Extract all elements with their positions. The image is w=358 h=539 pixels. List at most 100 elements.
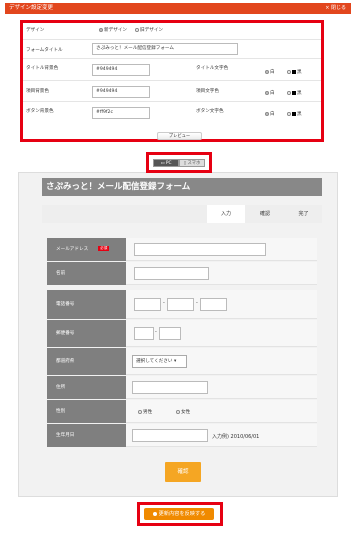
title-text-color-black[interactable]: 黒 bbox=[287, 69, 302, 75]
gender-option-female[interactable]: 女性 bbox=[176, 409, 190, 415]
form-title-label: フォームタイトル bbox=[26, 48, 63, 53]
table-row: 生年月日 入力例) 2010/06/01 bbox=[47, 424, 317, 448]
step-complete: 完了 bbox=[298, 211, 309, 217]
tab-sp-label: スマホ bbox=[187, 161, 201, 166]
gender-label: 性別 bbox=[47, 400, 126, 423]
prefecture-selected-value: 選択してください bbox=[136, 359, 173, 364]
row-value: - bbox=[126, 320, 317, 347]
birthday-example: 入力例) 2010/06/01 bbox=[212, 434, 260, 440]
table-row: メールアドレス 必須 bbox=[47, 238, 317, 262]
design-label: デザイン bbox=[26, 28, 45, 33]
tab-pc-label: PC bbox=[165, 161, 172, 166]
white-label: 白 bbox=[270, 112, 275, 117]
row-value: 選択してください ▾ bbox=[126, 348, 317, 375]
title-text-color-white[interactable]: 白 bbox=[265, 69, 275, 75]
radio-icon bbox=[176, 409, 180, 414]
email-label: メールアドレス bbox=[56, 247, 89, 252]
chevron-down-icon: ▾ bbox=[173, 359, 177, 364]
table-row: 郵便番号 - bbox=[47, 320, 317, 348]
button-text-color-label: ボタン文字色 bbox=[196, 109, 224, 114]
row-value bbox=[126, 262, 317, 285]
apply-highlight: 更新内容を反映する bbox=[137, 502, 223, 526]
required-badge: 必須 bbox=[98, 246, 110, 251]
confirm-button[interactable]: 確認 bbox=[165, 462, 201, 482]
tab-smartphone[interactable]: ▯ スマホ bbox=[179, 159, 205, 167]
separator-dash: - bbox=[196, 300, 198, 306]
radio-icon bbox=[99, 27, 103, 32]
black-label: 黒 bbox=[297, 112, 302, 117]
black-swatch-icon bbox=[292, 90, 296, 95]
item-text-color-white[interactable]: 白 bbox=[265, 90, 275, 96]
window-titlebar: デザイン設定変更 × 閉じる bbox=[5, 3, 351, 14]
radio-icon bbox=[265, 111, 269, 116]
design-option-old-label: 旧デザイン bbox=[140, 28, 163, 33]
button-bg-row: ボタン背景色 #ff9f2c ボタン文字色 白 黒 bbox=[23, 102, 321, 124]
email-input[interactable] bbox=[134, 243, 266, 256]
step-input: 入力 bbox=[207, 205, 245, 223]
radio-icon bbox=[287, 90, 291, 95]
gender-option-male[interactable]: 男性 bbox=[138, 409, 152, 415]
phone-input-1[interactable] bbox=[134, 298, 161, 311]
phone-input-3[interactable] bbox=[200, 298, 227, 311]
male-label: 男性 bbox=[143, 410, 153, 415]
design-option-new[interactable]: 新デザイン bbox=[99, 27, 127, 33]
tab-pc[interactable]: ▭ PC bbox=[153, 159, 179, 167]
button-text-color-white[interactable]: 白 bbox=[265, 111, 275, 117]
row-value bbox=[126, 238, 317, 261]
name-label: 名前 bbox=[47, 262, 126, 285]
separator-dash: - bbox=[155, 329, 157, 335]
row-value: 男性 女性 bbox=[126, 400, 317, 423]
row-value bbox=[126, 376, 317, 399]
phone-input-2[interactable] bbox=[167, 298, 194, 311]
radio-icon bbox=[138, 409, 142, 414]
form-title-row: フォームタイトル さぷみっと！メール配信登録フォーム bbox=[23, 40, 321, 59]
title-bg-input[interactable]: #949494 bbox=[92, 64, 150, 76]
form-title-bar: さぷみっと！メール配信登録フォーム bbox=[42, 178, 322, 196]
row-value: 入力例) 2010/06/01 bbox=[126, 424, 317, 447]
prefecture-select[interactable]: 選択してください ▾ bbox=[132, 355, 187, 368]
item-bg-input[interactable]: #949494 bbox=[92, 86, 150, 98]
item-text-color-label: 項目文字色 bbox=[196, 89, 219, 94]
button-bg-label: ボタン背景色 bbox=[26, 109, 54, 114]
apply-label: 更新内容を反映する bbox=[158, 511, 206, 517]
form-title-input[interactable]: さぷみっと！メール配信登録フォーム bbox=[92, 43, 238, 55]
table-row: 性別 男性 女性 bbox=[47, 400, 317, 424]
row-value: - - bbox=[126, 290, 317, 319]
title-text-color-label: タイトル文字色 bbox=[196, 66, 229, 71]
title-bg-row: タイトル背景色 #949494 タイトル文字色 白 黒 bbox=[23, 59, 321, 81]
radio-icon bbox=[287, 111, 291, 116]
white-label: 白 bbox=[270, 70, 275, 75]
radio-icon bbox=[265, 90, 269, 95]
table-row: 都道府県 選択してください ▾ bbox=[47, 348, 317, 376]
window-title: デザイン設定変更 bbox=[9, 5, 54, 11]
item-text-color-black[interactable]: 黒 bbox=[287, 90, 302, 96]
close-button[interactable]: × 閉じる bbox=[325, 3, 346, 14]
separator-dash: - bbox=[163, 300, 165, 306]
design-option-old[interactable]: 旧デザイン bbox=[135, 27, 163, 33]
device-switch: ▭ PC ▯ スマホ bbox=[146, 152, 212, 173]
button-text-color-black[interactable]: 黒 bbox=[287, 111, 302, 117]
black-label: 黒 bbox=[297, 70, 302, 75]
address-label: 住所 bbox=[47, 376, 126, 399]
button-bg-input[interactable]: #ff9f2c bbox=[92, 107, 150, 119]
step-indicator: 入力 確認 完了 bbox=[42, 205, 322, 223]
zip-input-2[interactable] bbox=[159, 327, 181, 340]
address-input[interactable] bbox=[132, 381, 208, 394]
item-bg-row: 項目背景色 #949494 項目文字色 白 黒 bbox=[23, 81, 321, 102]
design-settings-panel: デザイン 新デザイン 旧デザイン フォームタイトル さぷみっと！メール配信登録フ… bbox=[20, 20, 324, 142]
row-label: メールアドレス 必須 bbox=[47, 238, 126, 261]
birthday-input[interactable] bbox=[132, 429, 208, 442]
prefecture-label: 都道府県 bbox=[47, 348, 126, 375]
white-label: 白 bbox=[270, 91, 275, 96]
zip-input-1[interactable] bbox=[134, 327, 154, 340]
black-swatch-icon bbox=[292, 111, 296, 116]
table-row: 名前 bbox=[47, 262, 317, 286]
table-row: 住所 bbox=[47, 376, 317, 400]
preview-button[interactable]: プレビュー bbox=[157, 132, 202, 140]
name-input[interactable] bbox=[134, 267, 209, 280]
item-bg-label: 項目背景色 bbox=[26, 89, 49, 94]
apply-button[interactable]: 更新内容を反映する bbox=[144, 508, 214, 520]
circle-icon bbox=[152, 511, 157, 516]
radio-icon bbox=[135, 27, 139, 32]
zip-label: 郵便番号 bbox=[47, 320, 126, 347]
